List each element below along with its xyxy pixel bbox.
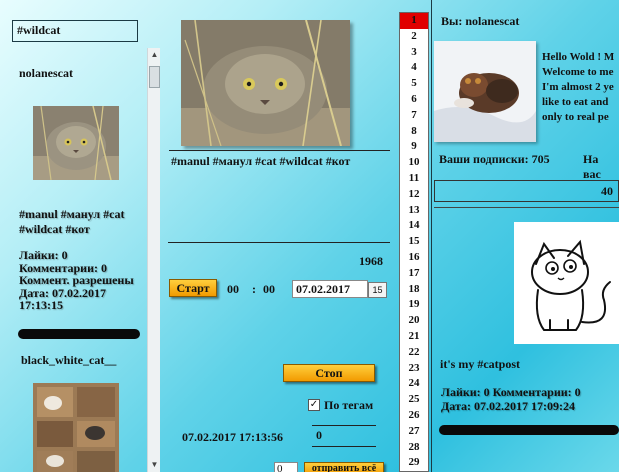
- search-input[interactable]: #wildcat: [12, 20, 138, 42]
- page-number-29[interactable]: 29: [400, 455, 428, 471]
- page-number-5[interactable]: 5: [400, 76, 428, 92]
- page-number-11[interactable]: 11: [400, 171, 428, 187]
- post-image[interactable]: [514, 222, 619, 344]
- page-number-3[interactable]: 3: [400, 45, 428, 61]
- page-number-26[interactable]: 26: [400, 408, 428, 424]
- count-input[interactable]: 0: [274, 462, 298, 472]
- page-number-16[interactable]: 16: [400, 250, 428, 266]
- page-number-24[interactable]: 24: [400, 376, 428, 392]
- profile-bio: Hello Wold ! M Welcome to me I'm almost …: [542, 51, 615, 123]
- scroll-down-icon[interactable]: ▼: [148, 458, 160, 472]
- cartoon-cat-drawing: [514, 222, 619, 344]
- post-thumbnail[interactable]: [33, 105, 119, 181]
- post-comment-mode: Коммент. разрешены: [19, 273, 134, 287]
- page-number-1[interactable]: 1: [400, 13, 428, 29]
- avatar-photo: [434, 41, 536, 142]
- by-tags-label: По тегам: [324, 398, 374, 412]
- scroll-up-icon[interactable]: ▲: [148, 48, 160, 62]
- post-stats: Лайки: 0 Комментарии: 0 Коммент. разреше…: [19, 249, 134, 312]
- count-value: 40: [601, 184, 613, 198]
- post-caption: #manul #манул #cat #wildcat #кот: [171, 154, 351, 168]
- feed-scrollbar[interactable]: ▲ ▼: [147, 48, 160, 472]
- time-minutes[interactable]: 00: [263, 282, 275, 297]
- page-number-9[interactable]: 9: [400, 139, 428, 155]
- page-number-28[interactable]: 28: [400, 440, 428, 456]
- post-separator-right: [439, 425, 619, 435]
- cats-box-photo: [33, 383, 119, 472]
- counter-divider-top: [312, 425, 376, 426]
- send-all-button[interactable]: отправить всё: [304, 462, 384, 472]
- page-number-19[interactable]: 19: [400, 297, 428, 313]
- post-tags: #manul #манул #cat #wildcat #кот: [19, 207, 124, 237]
- feed-panel[interactable]: nolanescat #manul #манул #cat #wildcat #…: [12, 48, 160, 472]
- post-number: 1968: [359, 254, 383, 268]
- post-date-right: Дата: 07.02.2017 17:09:24: [441, 399, 575, 413]
- page-number-20[interactable]: 20: [400, 313, 428, 329]
- post-likes-comments: Лайки: 0 Комментарии: 0: [441, 385, 581, 399]
- current-user: Вы: nolanescat: [441, 14, 520, 28]
- count-divider: [434, 207, 619, 208]
- manul-large-photo: [181, 19, 350, 147]
- counter-divider-bottom: [312, 446, 376, 447]
- page-number-15[interactable]: 15: [400, 234, 428, 250]
- post-tags-line1: #manul #манул #cat: [19, 207, 125, 221]
- scroll-thumb[interactable]: [149, 66, 160, 88]
- page-number-14[interactable]: 14: [400, 218, 428, 234]
- timestamp: 07.02.2017 17:13:56: [182, 430, 283, 444]
- time-separator: :: [252, 282, 256, 296]
- post-time: 17:13:15: [19, 298, 63, 312]
- post-likes: Лайки: 0: [19, 248, 68, 262]
- post-separator: [18, 329, 140, 339]
- page-number-list: 1 2 3 4 5 6 7 8 9 10 11 12 13 14 15 16 17 18 19 20 21 22 23 24 2…: [399, 12, 429, 472]
- post-username[interactable]: nolanescat: [19, 66, 73, 81]
- page-number-25[interactable]: 25: [400, 392, 428, 408]
- stop-button[interactable]: Стоп: [283, 364, 375, 382]
- post-tags-line2: #wildcat #кот: [19, 222, 90, 236]
- page-number-2[interactable]: 2: [400, 29, 428, 45]
- page-number-18[interactable]: 18: [400, 282, 428, 298]
- caption-divider-top: [169, 150, 390, 151]
- date-input[interactable]: 07.02.2017: [292, 280, 368, 298]
- page-number-12[interactable]: 12: [400, 187, 428, 203]
- page-number-8[interactable]: 8: [400, 124, 428, 140]
- counter-value: 0: [316, 428, 322, 442]
- by-tags-checkbox[interactable]: ✓: [308, 399, 320, 411]
- page-number-7[interactable]: 7: [400, 108, 428, 124]
- main-photo[interactable]: [181, 19, 350, 147]
- time-hours[interactable]: 00: [227, 282, 239, 297]
- manul-photo: [33, 105, 119, 181]
- page-number-13[interactable]: 13: [400, 203, 428, 219]
- caption-divider-bottom: [168, 242, 390, 243]
- right-panel-divider: [431, 0, 432, 472]
- subscribers-label: На вас: [583, 152, 601, 181]
- profile-avatar[interactable]: [434, 41, 536, 142]
- page-number-23[interactable]: 23: [400, 361, 428, 377]
- calendar-icon[interactable]: 15: [368, 282, 387, 298]
- start-button[interactable]: Старт: [169, 279, 217, 297]
- post2-username[interactable]: black_white_cat__: [21, 353, 116, 368]
- count-box: 40: [434, 180, 619, 202]
- page-number-22[interactable]: 22: [400, 345, 428, 361]
- post-caption-right: it's my #catpost: [440, 357, 520, 371]
- page-number-6[interactable]: 6: [400, 92, 428, 108]
- page-number-4[interactable]: 4: [400, 60, 428, 76]
- page-number-27[interactable]: 27: [400, 424, 428, 440]
- post2-thumbnail[interactable]: [33, 383, 119, 472]
- page-number-10[interactable]: 10: [400, 155, 428, 171]
- page-number-17[interactable]: 17: [400, 266, 428, 282]
- page-number-21[interactable]: 21: [400, 329, 428, 345]
- subscriptions-count: Ваши подписки: 705: [439, 152, 550, 166]
